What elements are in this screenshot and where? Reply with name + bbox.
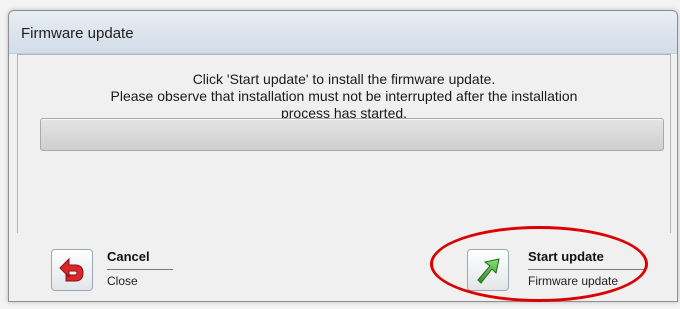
start-update-label: Start update bbox=[528, 249, 604, 264]
title-bar[interactable]: Firmware update bbox=[9, 11, 677, 54]
arrow-up-right-icon bbox=[467, 249, 509, 291]
button-bar: Cancel Close Start update Firmware updat… bbox=[9, 233, 677, 301]
instruction-line-2: Please observe that installation must no… bbox=[110, 88, 578, 104]
start-update-button[interactable]: Start update Firmware update bbox=[467, 247, 647, 293]
firmware-update-dialog: Firmware update Click 'Start update' to … bbox=[8, 10, 678, 302]
cancel-label: Cancel bbox=[107, 249, 150, 264]
cancel-divider bbox=[107, 269, 173, 270]
start-update-sublabel: Firmware update bbox=[528, 274, 619, 288]
instruction-line-1: Click 'Start update' to install the firm… bbox=[192, 71, 496, 87]
start-update-divider bbox=[528, 269, 644, 270]
cancel-button[interactable]: Cancel Close bbox=[51, 247, 191, 293]
progress-bar bbox=[40, 118, 664, 151]
undo-arrow-icon bbox=[51, 249, 93, 291]
window-title: Firmware update bbox=[21, 25, 134, 42]
cancel-sublabel: Close bbox=[107, 274, 138, 288]
